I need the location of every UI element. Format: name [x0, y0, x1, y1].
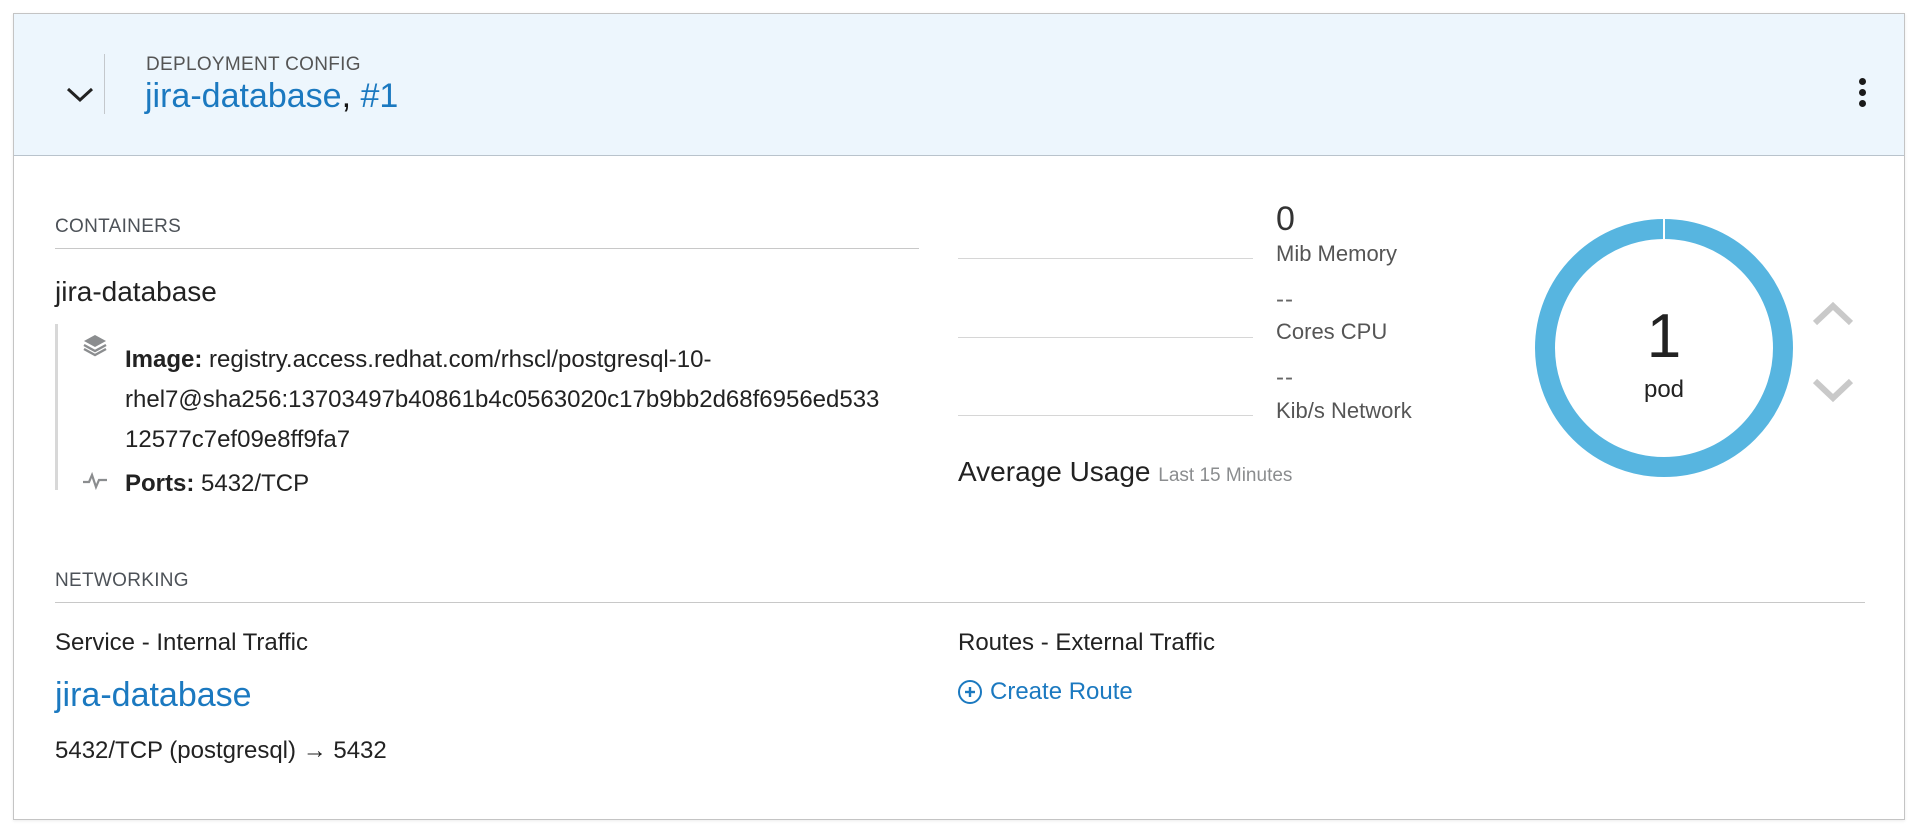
- deployment-config-link[interactable]: jira-database: [145, 77, 342, 115]
- scale-down-button[interactable]: [1810, 372, 1856, 408]
- resource-kind: DEPLOYMENT CONFIG: [146, 54, 361, 75]
- networking-divider: [55, 602, 1865, 603]
- title-separator: ,: [341, 77, 352, 115]
- port-source: 5432/TCP (postgresql): [55, 737, 297, 764]
- pod-label: pod: [1643, 376, 1685, 403]
- memory-label: Mib Memory: [1276, 241, 1398, 266]
- ports-value: 5432/TCP: [201, 470, 310, 497]
- network-sparkline: [958, 415, 1253, 416]
- cpu-sparkline: [958, 337, 1253, 338]
- chevron-up-icon: [1812, 301, 1854, 326]
- image-detail: Image: registry.access.redhat.com/rhscl/…: [125, 340, 925, 380]
- container-name: jira-database: [55, 276, 217, 307]
- image-line-2: rhel7@sha256:13703497b40861b4c0563020c17…: [125, 386, 880, 413]
- image-line-3: 12577c7ef09e8ff9fa7: [125, 426, 351, 453]
- network-label: Kib/s Network: [1276, 398, 1412, 423]
- average-usage-label: Average Usage: [958, 456, 1151, 487]
- card-header: DEPLOYMENT CONFIG jira-database, #1: [14, 14, 1904, 156]
- kebab-menu-icon[interactable]: [1850, 68, 1874, 116]
- pulse-icon: [81, 467, 109, 495]
- port-mapping: 5432/TCP (postgresql) → 5432: [55, 737, 387, 765]
- service-link[interactable]: jira-database: [55, 676, 252, 715]
- deployment-config-card: DEPLOYMENT CONFIG jira-database, #1 CONT…: [13, 13, 1905, 820]
- average-usage: Average Usage Last 15 Minutes: [958, 456, 1292, 488]
- header-divider: [104, 54, 105, 114]
- create-route-label: Create Route: [990, 678, 1133, 705]
- ports-detail: Ports: 5432/TCP: [125, 464, 309, 504]
- cpu-label: Cores CPU: [1276, 319, 1388, 344]
- containers-heading: CONTAINERS: [55, 216, 182, 237]
- container-details-bar: [55, 324, 58, 490]
- memory-sparkline: [958, 258, 1253, 259]
- collapse-toggle[interactable]: [50, 66, 110, 122]
- networking-heading: NETWORKING: [55, 570, 189, 591]
- plus-circle-icon: [958, 680, 982, 704]
- page-title: jira-database, #1: [145, 77, 398, 116]
- pod-count: 1: [1646, 302, 1682, 371]
- image-line-1: registry.access.redhat.com/rhscl/postgre…: [209, 346, 712, 373]
- revision-link[interactable]: #1: [360, 77, 398, 115]
- memory-value: 0: [1276, 200, 1295, 238]
- routes-heading: Routes - External Traffic: [958, 629, 1215, 656]
- average-usage-range: Last 15 Minutes: [1158, 465, 1293, 486]
- cpu-value: --: [1276, 286, 1294, 313]
- chevron-down-icon: [66, 87, 94, 103]
- layers-icon: [81, 331, 109, 359]
- service-heading: Service - Internal Traffic: [55, 629, 308, 656]
- network-value: --: [1276, 364, 1294, 391]
- scale-up-button[interactable]: [1810, 296, 1856, 332]
- image-label: Image:: [125, 346, 203, 373]
- containers-divider: [55, 248, 919, 249]
- ports-label: Ports:: [125, 470, 195, 497]
- create-route-link[interactable]: Create Route: [958, 678, 1133, 706]
- arrow-right-icon: →: [302, 737, 327, 764]
- chevron-down-icon: [1812, 378, 1854, 403]
- port-target: 5432: [333, 737, 387, 764]
